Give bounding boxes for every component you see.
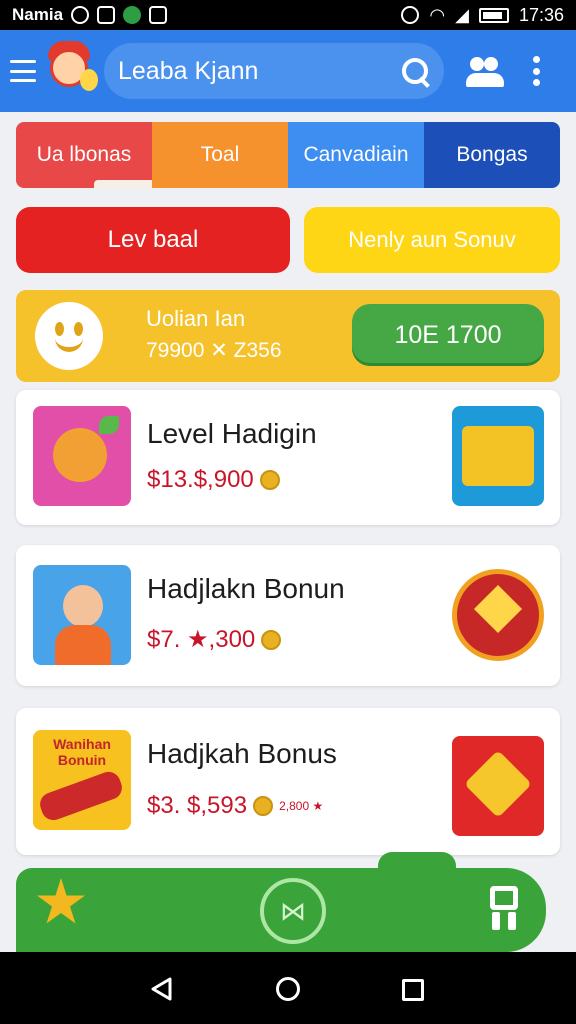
back-icon[interactable] [150,977,174,1001]
card-reward: $13.$,900 [147,466,280,494]
bonus-card[interactable]: Level Hadigin $13.$,900 [16,390,560,525]
badge-art [462,426,534,486]
boy-face-icon [63,585,103,627]
status-bar: Namia ◠ ◢ 17:36 [0,0,576,30]
card-thumbnail [33,406,131,506]
robot-icon[interactable] [486,886,522,934]
mascot-logo [40,39,98,103]
character-icon [53,428,107,482]
alarm-icon [71,6,90,24]
star-icon[interactable] [37,878,85,924]
recent-apps-icon[interactable] [402,979,424,1001]
bonus-card[interactable]: Wanihan Bonuin Hadjkah Bonus $3. $,593 2… [16,708,560,855]
parking-icon [149,6,168,24]
card-reward: $7. ★,300 [147,625,282,654]
reward-extra: 2,800 ★ [279,799,324,813]
card-badge[interactable] [452,565,544,665]
thumbnail-wordmark: Wanihan Bonuin [53,736,111,768]
status-left: Namia [12,5,168,25]
claim-button[interactable]: 10E 1700 [352,304,544,366]
more-options-icon[interactable] [532,56,540,86]
vibrate-icon [401,6,420,24]
red-action-button[interactable]: Lev baal [16,207,290,273]
summary-subtitle: 79900 ✕ Z356 [146,339,282,362]
reward-amount: $13.$,900 [147,466,254,493]
smiley-icon [35,302,103,370]
yellow-action-button[interactable]: Nenly aun Sonuv [304,207,560,273]
carrier-name: Namia [12,5,64,24]
tab-4[interactable]: Bongas [424,122,560,188]
coin-icon [261,629,282,650]
card-title: Level Hadigin [147,418,317,449]
notification-icon [97,6,116,24]
coin-icon [259,470,280,490]
clock: 17:36 [518,4,564,25]
tab-2[interactable]: Toal [152,122,288,188]
signal-icon: ◢ [455,4,469,25]
card-reward: $3. $,593 2,800 ★ [147,792,323,820]
bowtie-icon: ⋈ [280,895,306,926]
summary-banner: Uolian Ian 79900 ✕ Z356 10E 1700 [16,290,560,382]
search-input[interactable]: Leaba Kjann [118,57,258,86]
bottom-action-bar: ⋈ [16,868,546,952]
card-badge[interactable] [452,406,544,506]
card-thumbnail [33,565,131,665]
wifi-icon: ◠ [429,4,446,25]
tab-3[interactable]: Canvadiain [288,122,424,188]
status-right: ◠ ◢ 17:36 [401,5,564,26]
battery-icon [478,7,509,23]
card-thumbnail: Wanihan Bonuin [33,730,131,830]
summary-title: Uolian Ian [146,306,246,331]
bonus-card[interactable]: Hadjlakn Bonun $7. ★,300 [16,545,560,686]
reward-amount: $7. ★,300 [147,626,256,653]
home-icon[interactable] [276,977,300,1001]
category-tabs: Ua lbonas Toal Canvadiain Bongas [16,122,560,188]
boy-shirt-icon [55,625,111,665]
card-title: Hadjlakn Bonun [147,573,345,604]
search-bar[interactable]: Leaba Kjann [104,43,444,99]
center-action-button[interactable]: ⋈ [260,878,326,944]
users-icon[interactable] [466,55,504,87]
menu-icon[interactable] [10,60,36,82]
gem-icon [464,750,532,818]
reward-amount: $3. $,593 [147,792,248,819]
card-title: Hadjkah Bonus [147,738,337,769]
leaf-icon [99,416,119,434]
system-nav-bar [0,952,576,1024]
app-bar: Leaba Kjann [0,30,576,112]
rocket-icon [36,768,126,824]
app-notification-icon [123,6,142,24]
coin-icon [253,796,274,816]
search-icon[interactable] [400,56,430,86]
shield-badge-icon [452,569,544,661]
tab-1[interactable]: Ua lbonas [16,122,160,188]
card-badge[interactable] [452,736,544,836]
